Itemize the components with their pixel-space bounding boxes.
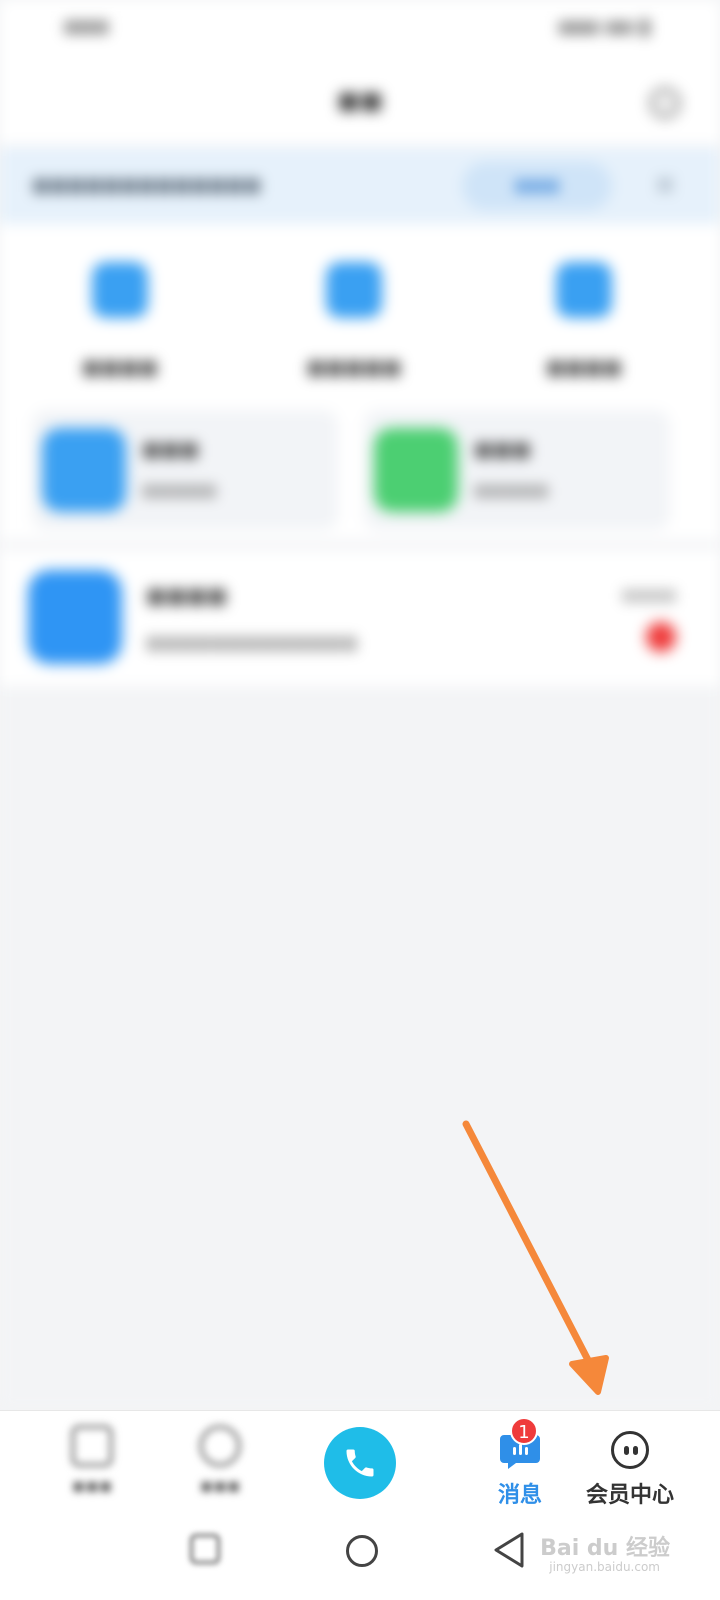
- watermark-url: jingyan.baidu.com: [549, 1560, 660, 1574]
- quick-action-1[interactable]: ▪▪▪▪: [20, 262, 220, 383]
- quick-action-label: ▪▪▪▪: [546, 350, 622, 383]
- feature-card-title: ▪▪▪: [142, 432, 199, 465]
- messages-badge: 1: [510, 1417, 538, 1445]
- home-circle-icon[interactable]: [346, 1535, 378, 1567]
- feature-card-title: ▪▪▪: [474, 432, 531, 465]
- feature-card-icon: [374, 428, 458, 512]
- feature-card-2[interactable]: ▪▪▪ ▪▪▪▪▪: [364, 410, 670, 530]
- message-time: ▪▪▪▪: [621, 582, 676, 606]
- message-title: ▪▪▪▪: [146, 578, 228, 613]
- tab-1-icon: [71, 1425, 113, 1467]
- unread-dot: [646, 622, 676, 652]
- watermark-logo: Bai du 经验: [540, 1536, 670, 1561]
- message-list-item[interactable]: ▪▪▪▪ ▪▪▪▪▪▪▪▪▪▪▪▪▪ ▪▪▪▪: [0, 550, 720, 686]
- tab-1-label: ▪▪▪: [71, 1473, 113, 1497]
- bottom-tab-bar: ▪▪▪ ▪▪▪ 消息 1 会员中心: [0, 1410, 720, 1520]
- quick-action-label: ▪▪▪▪▪: [306, 350, 402, 383]
- system-nav-bar: Bai du 经验 jingyan.baidu.com: [0, 1520, 720, 1600]
- feature-card-icon: [42, 428, 126, 512]
- recents-square-icon[interactable]: [190, 1534, 220, 1564]
- quick-action-label: ▪▪▪▪: [82, 350, 158, 383]
- status-bar: ▪▪▪ ▪▪▪ ▪▪ ▮: [0, 0, 720, 52]
- page-title: ▪▪: [336, 80, 384, 120]
- message-avatar: [28, 570, 122, 664]
- quick-action-icon: [556, 262, 612, 318]
- phone-icon: [346, 1449, 374, 1477]
- phone-screen: ▪▪▪ ▪▪▪ ▪▪ ▮ ▪▪ ▪▪▪▪▪▪▪▪▪▪▪▪▪ ▪▪▪ × ▪▪▪▪…: [0, 0, 720, 1600]
- quick-action-2[interactable]: ▪▪▪▪▪: [254, 262, 454, 383]
- tab-1[interactable]: ▪▪▪: [44, 1411, 140, 1521]
- quick-action-icon: [326, 262, 382, 318]
- notice-action-button[interactable]: ▪▪▪: [462, 162, 612, 210]
- quick-action-3[interactable]: ▪▪▪▪: [484, 262, 684, 383]
- tab-2-icon: [199, 1425, 241, 1467]
- blurred-content: ▪▪▪ ▪▪▪ ▪▪ ▮ ▪▪ ▪▪▪▪▪▪▪▪▪▪▪▪▪ ▪▪▪ × ▪▪▪▪…: [0, 0, 720, 1410]
- search-icon[interactable]: [650, 88, 680, 118]
- status-time: ▪▪▪: [64, 14, 109, 39]
- call-button[interactable]: [324, 1427, 396, 1499]
- quick-action-icon: [92, 262, 148, 318]
- status-icons: ▪▪▪ ▪▪ ▮: [558, 14, 651, 38]
- notice-text: ▪▪▪▪▪▪▪▪▪▪▪▪▪: [32, 170, 262, 200]
- back-triangle-icon[interactable]: [492, 1530, 526, 1570]
- notice-banner[interactable]: ▪▪▪▪▪▪▪▪▪▪▪▪▪ ▪▪▪ ×: [0, 148, 720, 224]
- tab-member-center-label: 会员中心: [585, 1483, 674, 1508]
- close-icon[interactable]: ×: [654, 170, 676, 200]
- tab-2[interactable]: ▪▪▪: [172, 1411, 268, 1521]
- tab-member-center[interactable]: 会员中心: [560, 1411, 700, 1521]
- tab-2-label: ▪▪▪: [199, 1473, 241, 1497]
- quick-actions-panel: ▪▪▪▪ ▪▪▪▪▪ ▪▪▪▪ ▪▪▪ ▪▪▪▪▪ ▪▪▪ ▪▪▪▪▪: [0, 224, 720, 540]
- message-preview: ▪▪▪▪▪▪▪▪▪▪▪▪▪: [146, 628, 358, 656]
- title-bar: ▪▪: [0, 52, 720, 144]
- feature-card-1[interactable]: ▪▪▪ ▪▪▪▪▪: [32, 410, 338, 530]
- feature-card-subtitle: ▪▪▪▪▪: [142, 478, 217, 503]
- feature-card-subtitle: ▪▪▪▪▪: [474, 478, 549, 503]
- smiley-face-icon: [611, 1431, 649, 1469]
